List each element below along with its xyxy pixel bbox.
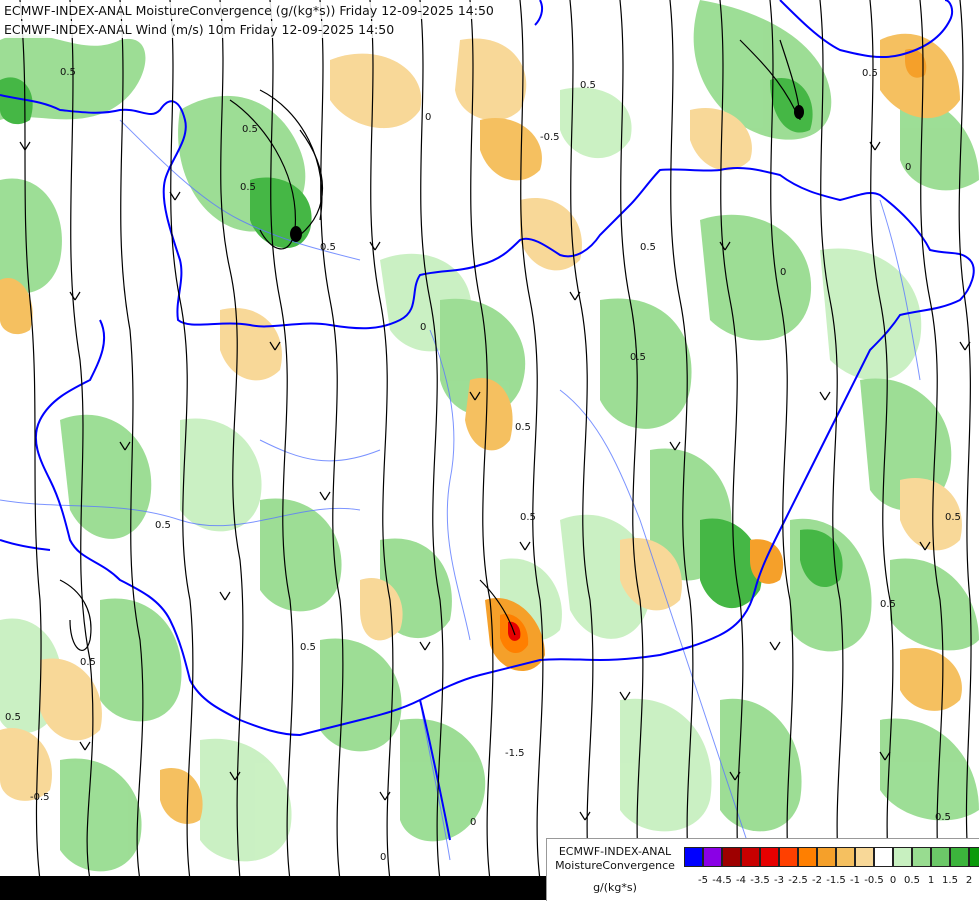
legend-tick-label: -5 — [698, 875, 708, 886]
contour-label: 0.5 — [640, 242, 656, 253]
legend-tick-label: -3 — [774, 875, 784, 886]
legend-tick-label: -3.5 — [750, 875, 770, 886]
legend-swatches — [684, 847, 979, 867]
contour-label: 0.5 — [580, 80, 596, 91]
contour-label: 0.5 — [862, 68, 878, 79]
legend-swatch — [836, 847, 855, 867]
contour-label: 0 — [380, 852, 386, 863]
legend-ticks: -5 -4.5 -4 -3.5 -3 -2.5 -2 -1.5 -1 -0.5 0 0.5 1 1.5 2 — [684, 875, 979, 889]
contour-label: 0.5 — [300, 642, 316, 653]
contour-label: 0.5 — [155, 520, 171, 531]
contour-label: 0.5 — [880, 599, 896, 610]
contour-label: 0.5 — [515, 422, 531, 433]
contour-label: 0 — [420, 322, 426, 333]
legend-swatch — [893, 847, 912, 867]
legend-tick-label: 1.5 — [942, 875, 958, 886]
legend-tick-label: 2 — [965, 875, 973, 886]
contour-label: 0.5 — [630, 352, 646, 363]
legend-swatch — [874, 847, 893, 867]
color-legend: ECMWF-INDEX-ANAL MoistureConvergence g/(… — [546, 838, 979, 901]
legend-tick-label: -2 — [812, 875, 822, 886]
contour-label: 0.5 — [240, 182, 256, 193]
contour-label: 0.5 — [60, 67, 76, 78]
contour-label: 0 — [905, 162, 911, 173]
legend-swatch — [684, 847, 703, 867]
contour-label: 0 — [780, 267, 786, 278]
weather-map[interactable]: 0.5 0.5 0.5 -0.5 0 0.5 0.5 0.5 0 0.5 0.5… — [0, 0, 979, 900]
legend-tick-label: 1 — [927, 875, 935, 886]
contour-label: -0.5 — [540, 132, 560, 143]
legend-swatch — [722, 847, 741, 867]
legend-swatch — [703, 847, 722, 867]
map-canvas: 0.5 0.5 0.5 -0.5 0 0.5 0.5 0.5 0 0.5 0.5… — [0, 0, 979, 900]
legend-tick-label: 0.5 — [904, 875, 920, 886]
legend-swatch — [741, 847, 760, 867]
contour-label: -0.5 — [30, 792, 50, 803]
legend-swatch — [931, 847, 950, 867]
map-title-moisture-convergence: ECMWF-INDEX-ANAL MoistureConvergence (g/… — [0, 2, 500, 19]
legend-tick-label: 0 — [889, 875, 897, 886]
legend-tick-label: -2.5 — [788, 875, 808, 886]
contour-label: 0 — [470, 817, 476, 828]
map-title-wind: ECMWF-INDEX-ANAL Wind (m/s) 10m Friday 1… — [0, 21, 401, 38]
legend-tick-label: -1 — [850, 875, 860, 886]
contour-label: 0.5 — [80, 657, 96, 668]
legend-swatch — [817, 847, 836, 867]
legend-tick-label: -4.5 — [712, 875, 732, 886]
contour-label: 0.5 — [945, 512, 961, 523]
legend-swatch — [950, 847, 969, 867]
legend-swatch — [855, 847, 874, 867]
contour-label: 0 — [425, 112, 431, 123]
legend-tick-label: -4 — [736, 875, 746, 886]
legend-tick-label: -0.5 — [864, 875, 884, 886]
contour-label: -1.5 — [505, 748, 525, 759]
contour-label: 0.5 — [320, 242, 336, 253]
contour-label: 0.5 — [935, 812, 951, 823]
legend-swatch — [779, 847, 798, 867]
legend-swatch — [760, 847, 779, 867]
contour-label: 0.5 — [520, 512, 536, 523]
contour-label: 0.5 — [242, 124, 258, 135]
legend-unit: g/(kg*s) — [593, 881, 637, 894]
legend-swatch — [798, 847, 817, 867]
legend-swatch — [912, 847, 931, 867]
legend-tick-label: -1.5 — [826, 875, 846, 886]
legend-swatch — [969, 847, 979, 867]
legend-title: ECMWF-INDEX-ANAL MoistureConvergence — [555, 845, 675, 872]
contour-label: 0.5 — [5, 712, 21, 723]
